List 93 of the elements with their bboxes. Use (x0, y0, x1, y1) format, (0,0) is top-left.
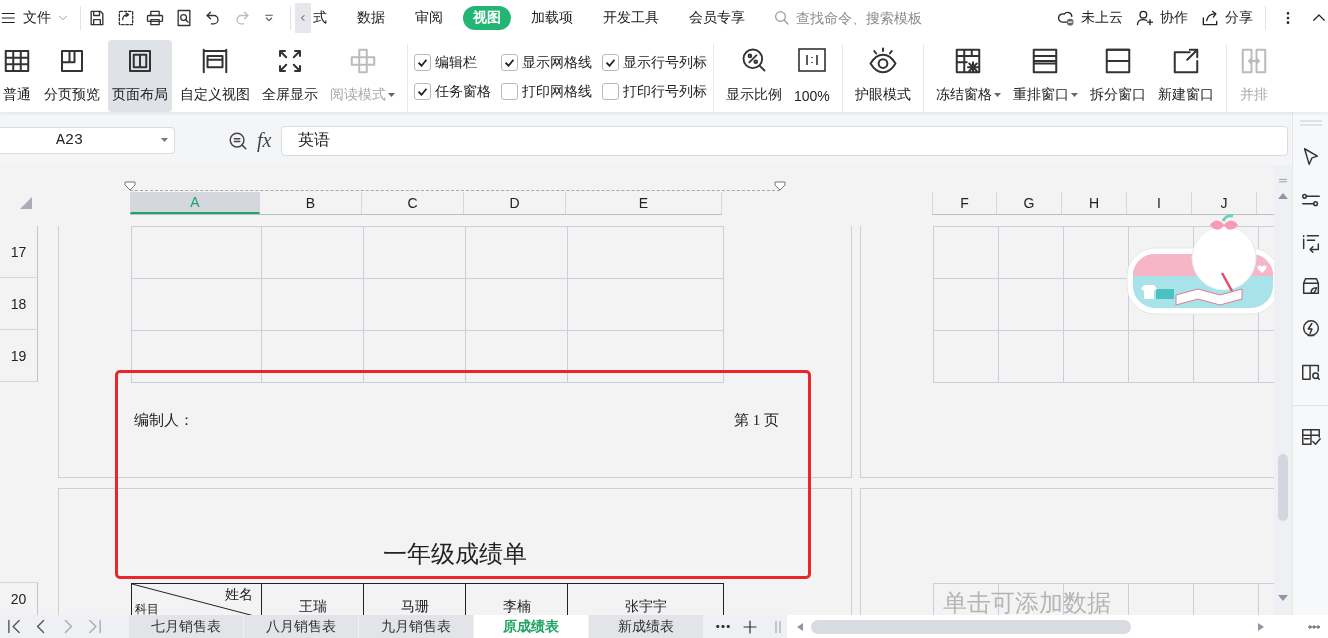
print-icon (145, 8, 165, 28)
checkbox[interactable] (414, 54, 431, 71)
sheet-tab[interactable]: 八月销售表 (244, 615, 358, 638)
check-icon (418, 58, 427, 67)
view-button[interactable]: 分页预览 (40, 40, 104, 112)
search-icon (773, 9, 791, 27)
zoom-percent-icon (740, 46, 768, 74)
export-icon (116, 8, 136, 28)
page-number: 第 1 页 (734, 411, 779, 430)
checkbox[interactable] (501, 83, 518, 100)
cell-text: 科目 (135, 601, 159, 615)
name-box[interactable]: A23 (0, 127, 175, 154)
margin-marker-icon[interactable] (774, 181, 786, 191)
caret-icon (388, 92, 395, 98)
window-button[interactable]: 冻结窗格 (931, 40, 1005, 112)
eye-mode-button[interactable]: 护眼模式 (850, 40, 915, 112)
search-field[interactable]: 查找命令、搜索模板 (773, 9, 946, 27)
check-icon (505, 58, 514, 67)
page-title: 一年级成绩单 (382, 540, 528, 569)
ribbon-tab[interactable]: 会员专享 (679, 6, 755, 30)
last-sheet-icon (88, 619, 101, 634)
caret-icon (1070, 92, 1078, 98)
form-tool[interactable] (1299, 426, 1322, 448)
column-header[interactable]: G (997, 192, 1062, 214)
sheet-tab[interactable]: 九月销售表 (359, 615, 473, 638)
check-icon (606, 58, 615, 67)
first-sheet-icon (7, 619, 20, 634)
scroll-up-icon[interactable] (1278, 193, 1288, 199)
row-header[interactable]: 20 (0, 582, 38, 615)
export-button[interactable] (116, 8, 136, 28)
column-header[interactable]: B (260, 192, 362, 214)
more-icon (715, 625, 731, 628)
actual-size-icon (796, 46, 827, 74)
ribbon-tab[interactable]: 加载项 (521, 6, 583, 30)
zoom-button[interactable]: 100% (790, 40, 834, 112)
scroll-right-icon[interactable] (1258, 622, 1264, 631)
column-header[interactable]: D (464, 192, 566, 214)
scroll-down-icon[interactable] (1278, 595, 1288, 601)
check-icon (418, 87, 427, 96)
checkbox-label: 打印行号列标 (623, 82, 707, 101)
toolbar-action[interactable]: 协作 (1135, 8, 1188, 28)
row-header[interactable]: 17 (0, 226, 38, 278)
function-label[interactable]: fx (257, 129, 272, 152)
ribbon-tab[interactable]: 数据 (347, 6, 395, 30)
ribbon-tab[interactable]: 式 (311, 6, 337, 30)
row-header[interactable]: 18 (0, 278, 38, 330)
toolbar-action[interactable]: 分享 (1200, 8, 1253, 28)
margin-marker-icon[interactable] (124, 181, 136, 191)
scroll-left-icon[interactable] (797, 622, 803, 631)
footer-text: 编制人： (134, 411, 194, 430)
caret-icon (993, 92, 1001, 98)
checkbox-label: 任务窗格 (435, 82, 491, 101)
row-header[interactable]: 19 (0, 330, 38, 382)
checkbox[interactable] (602, 83, 619, 100)
checkbox-label: 显示网格线 (522, 53, 592, 72)
chevron-left-icon (34, 619, 47, 634)
ribbon-tab[interactable]: 开发工具 (593, 6, 669, 30)
print-button[interactable] (145, 8, 165, 28)
column-header[interactable]: I (1127, 192, 1192, 214)
cell-text: 姓名 (225, 586, 253, 604)
view-button[interactable]: 自定义视图 (176, 40, 254, 112)
eye-icon (867, 46, 898, 76)
column-header[interactable]: J (1192, 192, 1257, 214)
checkbox-label: 打印网格线 (522, 82, 592, 101)
formula-field[interactable]: 英语 (281, 125, 1288, 156)
checkbox-label: 显示行号列标 (623, 53, 707, 72)
custom-view-icon (200, 46, 230, 76)
checkbox-label: 编辑栏 (435, 53, 477, 72)
column-header[interactable]: E (566, 192, 722, 214)
ribbon-tab[interactable]: 审阅 (405, 6, 453, 30)
window-button[interactable]: 重排窗口 (1008, 40, 1082, 112)
checkbox[interactable] (414, 83, 431, 100)
column-header[interactable]: C (362, 192, 464, 214)
share-icon (1200, 8, 1220, 28)
view-button[interactable]: 普通 (0, 40, 36, 112)
zoom-button[interactable]: 显示比例 (722, 40, 786, 112)
form-icon (1299, 426, 1322, 448)
column-header[interactable]: F (932, 192, 997, 214)
column-header[interactable]: H (1062, 192, 1127, 214)
checkbox[interactable] (602, 54, 619, 71)
view-button[interactable]: 页面布局 (108, 40, 172, 112)
sheet-tab[interactable]: 新成绩表 (589, 615, 703, 638)
caret-icon (161, 138, 168, 143)
sheet-tab[interactable]: 七月销售表 (129, 615, 243, 638)
view-button[interactable]: 全屏显示 (258, 40, 322, 112)
window-button[interactable]: 新建窗口 (1153, 40, 1218, 112)
add-person-icon (1135, 8, 1155, 28)
horizontal-scrollbar[interactable] (787, 615, 1328, 638)
checkbox[interactable] (501, 54, 518, 71)
toolbar-action[interactable]: 未上云 (1056, 8, 1123, 28)
file-menu[interactable]: 文件 (0, 9, 70, 27)
scrollbar-thumb[interactable] (1278, 454, 1288, 521)
window-button[interactable]: 拆分窗口 (1085, 40, 1150, 112)
